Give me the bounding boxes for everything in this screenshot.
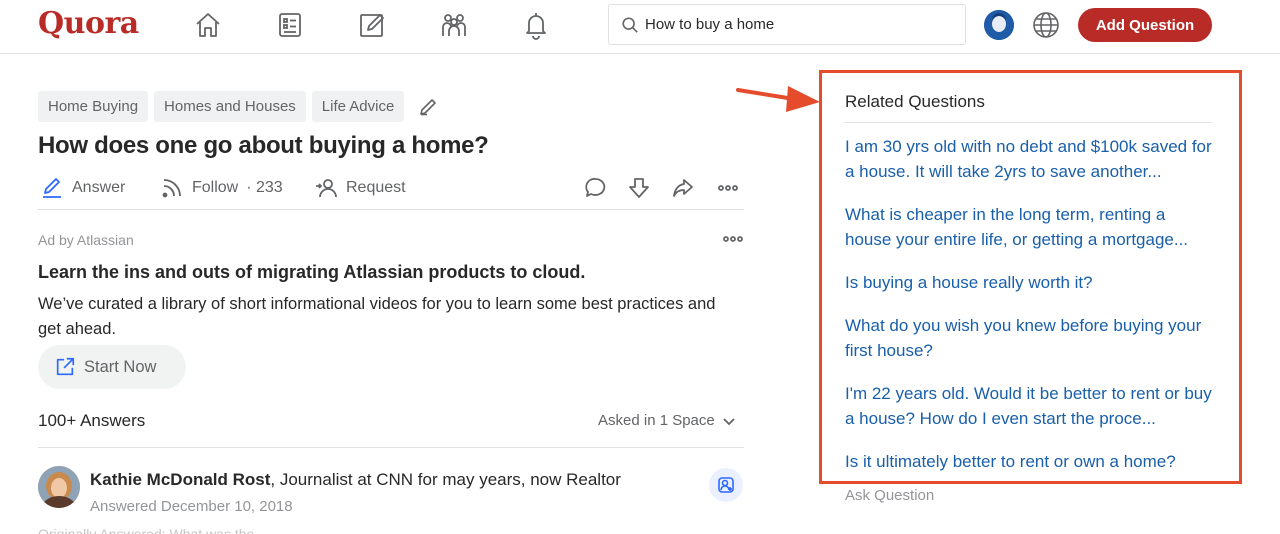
topic-tag[interactable]: Life Advice: [311, 91, 405, 122]
divider: [845, 122, 1211, 123]
follow-count: · 233: [246, 179, 283, 196]
follow-label: Follow: [192, 179, 239, 196]
asked-in-label: Asked in 1 Space: [598, 412, 715, 429]
annotation-arrow-icon: [736, 86, 820, 112]
request-person-icon: [316, 179, 337, 198]
topic-tags: Home Buying Homes and Houses Life Advice: [38, 91, 438, 122]
question-title[interactable]: How does one go about buying a home?: [38, 132, 489, 160]
related-question-link[interactable]: What do you wish you knew before buying …: [845, 313, 1215, 363]
answer-label: Answer: [72, 179, 126, 196]
answers-count: 100+ Answers: [38, 411, 146, 430]
related-question-link[interactable]: What is cheaper in the long term, rentin…: [845, 202, 1215, 252]
add-person-icon: [718, 477, 734, 493]
ask-question-link[interactable]: Ask Question: [845, 487, 934, 504]
answer-author-credential: , Journalist at CNN for may years, now R…: [270, 470, 621, 489]
answer-pencil-icon: [43, 178, 61, 198]
chevron-down-icon: [723, 417, 735, 425]
answer-button[interactable]: Answer: [40, 175, 125, 201]
answer-icon[interactable]: [355, 8, 389, 42]
related-question-link[interactable]: Is buying a house really worth it?: [845, 270, 1215, 295]
language-globe-icon[interactable]: [1030, 9, 1062, 41]
quora-logo[interactable]: Quora: [38, 6, 139, 41]
divider: [38, 447, 744, 448]
related-questions-list: I am 30 yrs old with no debt and $100k s…: [845, 134, 1215, 492]
following-icon[interactable]: [273, 8, 307, 42]
share-icon[interactable]: [669, 174, 697, 202]
ad-more-options-icon[interactable]: [720, 228, 746, 250]
start-now-button[interactable]: Start Now: [38, 345, 186, 389]
ad-title[interactable]: Learn the ins and outs of migrating Atla…: [38, 262, 585, 283]
answer-preview-text: Originally Answered: What was the ...: [38, 526, 270, 534]
add-question-button[interactable]: Add Question: [1078, 8, 1212, 42]
ad-sponsor-label: Ad by Atlassian: [38, 232, 134, 248]
related-question-link[interactable]: I'm 22 years old. Would it be better to …: [845, 381, 1215, 431]
follow-button[interactable]: Follow · 233: [160, 175, 283, 201]
question-action-bar: Answer Follow · 233 Request: [38, 172, 744, 210]
topic-tag[interactable]: Home Buying: [38, 91, 149, 122]
answer-author-avatar[interactable]: [38, 466, 80, 508]
notifications-icon[interactable]: [519, 8, 553, 42]
start-now-label: Start Now: [84, 357, 157, 376]
ad-body-text: We’ve curated a library of short informa…: [38, 295, 716, 338]
search-bar[interactable]: [608, 4, 966, 45]
user-avatar[interactable]: [984, 10, 1014, 40]
edit-topics-pencil-icon[interactable]: [418, 97, 438, 117]
request-button[interactable]: Request: [314, 175, 406, 201]
related-question-link[interactable]: I am 30 yrs old with no debt and $100k s…: [845, 134, 1215, 184]
follow-author-button[interactable]: [709, 468, 743, 502]
spaces-icon[interactable]: [437, 8, 471, 42]
answer-author-name[interactable]: Kathie McDonald Rost: [90, 470, 270, 489]
home-icon[interactable]: [191, 8, 225, 42]
answer-author-line: Kathie McDonald Rost, Journalist at CNN …: [90, 470, 621, 490]
asked-in-space-dropdown[interactable]: Asked in 1 Space: [598, 412, 737, 429]
external-link-icon: [56, 357, 75, 376]
downvote-icon[interactable]: [625, 174, 653, 202]
related-question-link[interactable]: Is it ultimately better to rent or own a…: [845, 449, 1215, 474]
search-input[interactable]: [645, 16, 945, 33]
follow-rss-icon: [162, 179, 181, 198]
top-nav-bar: Quora Add Question: [0, 0, 1280, 54]
request-label: Request: [346, 179, 406, 196]
more-options-icon[interactable]: [714, 174, 742, 202]
answer-date[interactable]: Answered December 10, 2018: [90, 498, 293, 515]
related-questions-title: Related Questions: [845, 92, 985, 111]
search-icon: [622, 16, 638, 33]
comment-icon[interactable]: [581, 174, 609, 202]
topic-tag[interactable]: Homes and Houses: [154, 91, 306, 122]
